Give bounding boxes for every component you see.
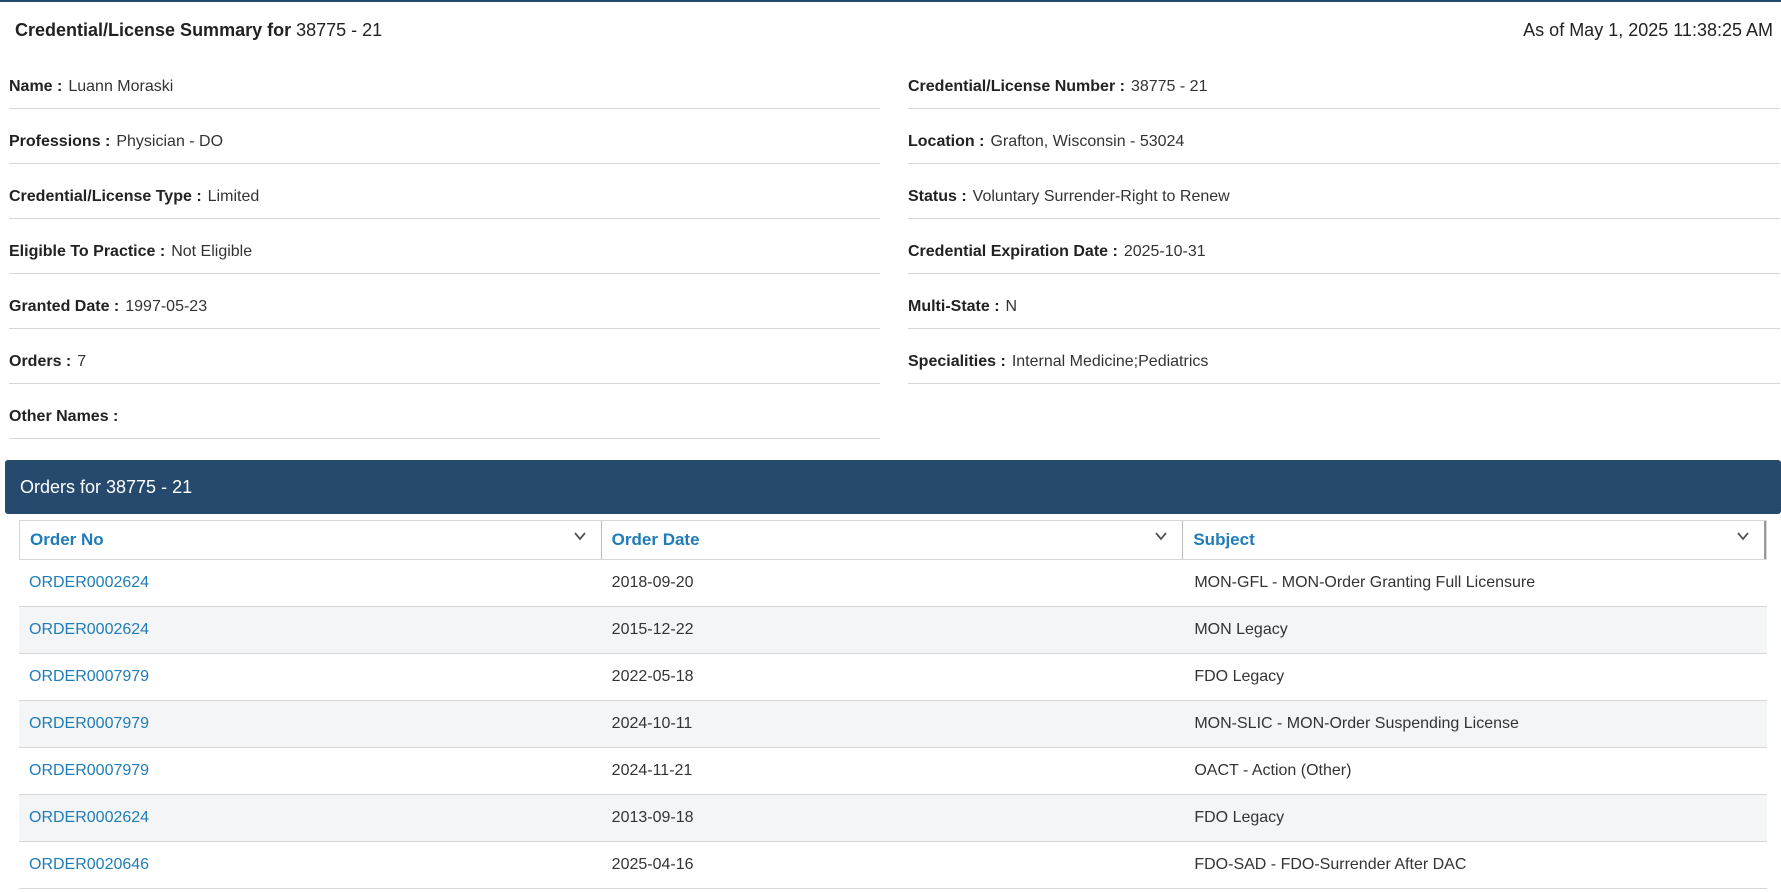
field-value: 38775 - 21 — [1130, 78, 1208, 95]
order-subject: MON Legacy — [1194, 621, 1288, 638]
order-number-link[interactable]: ORDER0007979 — [19, 701, 602, 747]
orders-title: Orders for 38775 - 21 — [20, 477, 193, 497]
field-license-type: Credential/License Type : Limited — [9, 176, 880, 219]
field-label: Name : — [9, 78, 63, 95]
column-label: Order No — [30, 530, 104, 549]
field-name: Name : Luann Moraski — [9, 66, 880, 109]
field-label: Other Names : — [9, 408, 119, 425]
field-label: Multi-State : — [908, 298, 1000, 315]
page-title: Credential/License Summary for 38775 - 2… — [15, 20, 382, 41]
field-location: Location : Grafton, Wisconsin - 53024 — [908, 121, 1780, 164]
table-row: ORDER0007979 2024-11-21 OACT - Action (O… — [19, 748, 1767, 795]
order-subject: FDO-SAD - FDO-Surrender After DAC — [1194, 856, 1467, 873]
top-border — [0, 0, 1781, 2]
field-value: Not Eligible — [171, 243, 253, 260]
orders-section-header: Orders for 38775 - 21 — [5, 460, 1781, 514]
orders-table: Order No Order Date Subject ORDER0002624… — [19, 520, 1767, 889]
field-value: Physician - DO — [116, 133, 224, 150]
field-value: Internal Medicine;Pediatrics — [1011, 353, 1209, 370]
field-expiration-date: Credential Expiration Date : 2025-10-31 — [908, 231, 1780, 274]
order-number-link[interactable]: ORDER0007979 — [19, 748, 602, 794]
field-granted-date: Granted Date : 1997-05-23 — [9, 286, 880, 329]
column-header-subject[interactable]: Subject — [1183, 521, 1767, 559]
table-row: ORDER0007979 2024-10-11 MON-SLIC - MON-O… — [19, 701, 1767, 748]
field-label: Professions : — [9, 133, 111, 150]
order-subject: MON-SLIC - MON-Order Suspending License — [1194, 715, 1519, 732]
field-label: Eligible To Practice : — [9, 243, 166, 260]
table-row: ORDER0020646 2025-04-16 FDO-SAD - FDO-Su… — [19, 842, 1767, 889]
table-row: ORDER0002624 2015-12-22 MON Legacy — [19, 607, 1767, 654]
field-value: 7 — [77, 353, 87, 370]
summary-title-value: 38775 - 21 — [296, 20, 383, 40]
order-date: 2022-05-18 — [611, 668, 694, 685]
chevron-down-icon[interactable] — [573, 529, 587, 543]
field-value: Luann Moraski — [68, 78, 174, 95]
field-label: Orders : — [9, 353, 72, 370]
column-label: Subject — [1193, 530, 1255, 549]
summary-title-label: Credential/License Summary for — [15, 20, 292, 40]
field-value: Limited — [207, 188, 260, 205]
field-specialities: Specialities : Internal Medicine;Pediatri… — [908, 341, 1780, 384]
field-professions: Professions : Physician - DO — [9, 121, 880, 164]
order-number-link[interactable]: ORDER0020646 — [19, 842, 602, 888]
field-value: Voluntary Surrender-Right to Renew — [972, 188, 1230, 205]
field-label: Specialities : — [908, 353, 1006, 370]
field-other-names: Other Names : — [9, 396, 880, 439]
field-orders: Orders : 7 — [9, 341, 880, 384]
chevron-down-icon[interactable] — [1736, 529, 1750, 543]
table-row: ORDER0007979 2022-05-18 FDO Legacy — [19, 654, 1767, 701]
table-header: Order No Order Date Subject — [19, 520, 1767, 560]
field-value: 1997-05-23 — [125, 298, 208, 315]
chevron-down-icon[interactable] — [1154, 529, 1168, 543]
field-license-number: Credential/License Number : 38775 - 21 — [908, 66, 1780, 109]
field-label: Granted Date : — [9, 298, 120, 315]
field-eligible: Eligible To Practice : Not Eligible — [9, 231, 880, 274]
order-date: 2013-09-18 — [611, 809, 694, 826]
field-value: N — [1005, 298, 1018, 315]
order-number-link[interactable]: ORDER0002624 — [19, 607, 602, 653]
field-value: Grafton, Wisconsin - 53024 — [990, 133, 1185, 150]
order-subject: FDO Legacy — [1194, 809, 1285, 826]
field-label: Location : — [908, 133, 985, 150]
field-label: Status : — [908, 188, 967, 205]
order-date: 2024-11-21 — [611, 762, 693, 779]
field-value: 2025-10-31 — [1123, 243, 1206, 260]
column-header-order-date[interactable]: Order Date — [602, 521, 1184, 559]
order-number-link[interactable]: ORDER0002624 — [19, 560, 602, 606]
field-label: Credential/License Type : — [9, 188, 202, 205]
order-subject: OACT - Action (Other) — [1194, 762, 1352, 779]
order-date: 2015-12-22 — [611, 621, 694, 638]
field-label: Credential Expiration Date : — [908, 243, 1118, 260]
as-of-timestamp: As of May 1, 2025 11:38:25 AM — [1523, 20, 1773, 40]
field-multi-state: Multi-State : N — [908, 286, 1780, 329]
order-number-link[interactable]: ORDER0002624 — [19, 795, 602, 841]
column-header-order-no[interactable]: Order No — [20, 521, 602, 559]
order-subject: MON-GFL - MON-Order Granting Full Licens… — [1194, 574, 1536, 591]
table-row: ORDER0002624 2013-09-18 FDO Legacy — [19, 795, 1767, 842]
order-subject: FDO Legacy — [1194, 668, 1285, 685]
field-label: Credential/License Number : — [908, 78, 1125, 95]
column-label: Order Date — [611, 530, 700, 549]
order-date: 2018-09-20 — [611, 574, 694, 591]
order-date: 2025-04-16 — [611, 856, 694, 873]
table-row: ORDER0002624 2018-09-20 MON-GFL - MON-Or… — [19, 560, 1767, 607]
order-number-link[interactable]: ORDER0007979 — [19, 654, 602, 700]
order-date: 2024-10-11 — [611, 715, 693, 732]
field-status: Status : Voluntary Surrender-Right to Ren… — [908, 176, 1780, 219]
